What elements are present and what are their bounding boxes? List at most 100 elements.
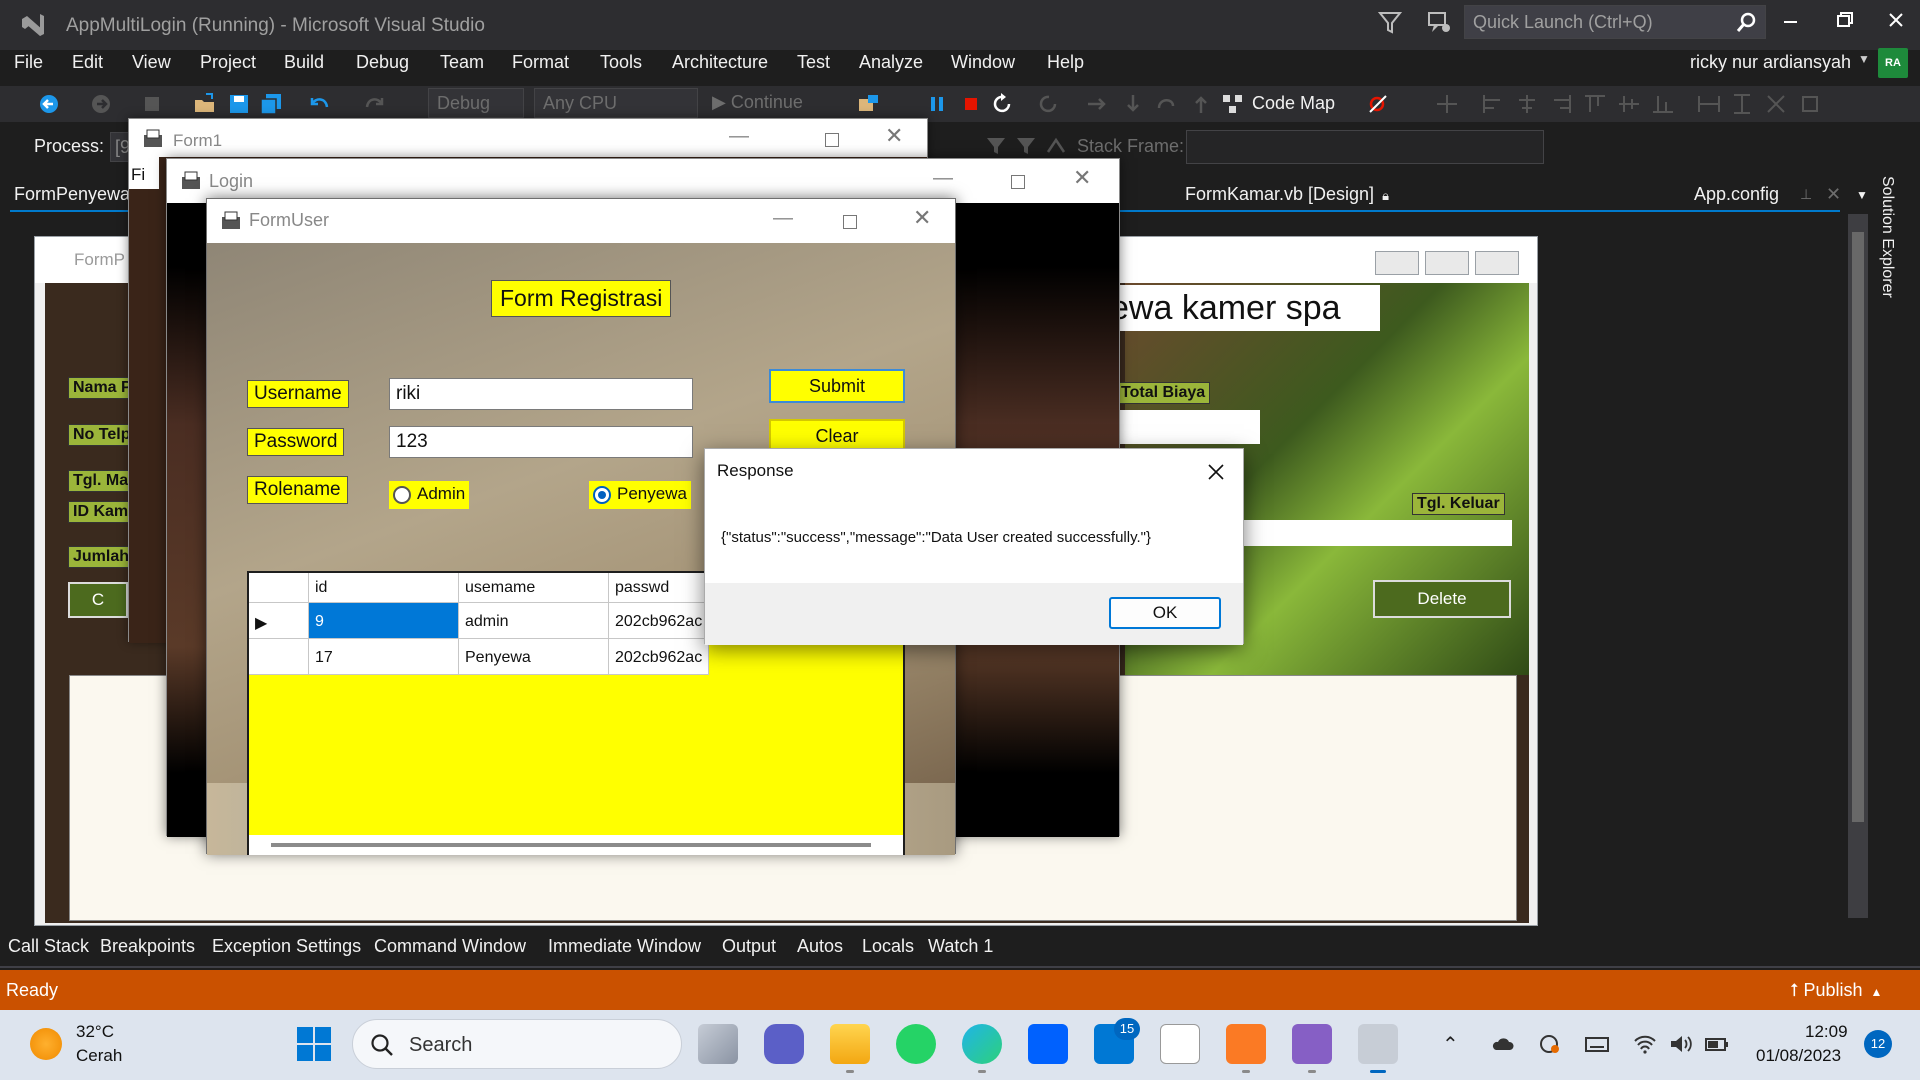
filter-threads-icon[interactable] — [1014, 134, 1038, 158]
username-input[interactable]: riki — [389, 378, 693, 410]
tab-formpenyewa[interactable]: FormPenyewa. — [14, 184, 135, 205]
menu-format[interactable]: Format — [512, 52, 569, 73]
scrollbar-thumb[interactable] — [1852, 232, 1864, 822]
chevron-up-icon[interactable]: ⌃ — [1442, 1032, 1468, 1056]
column-header-username[interactable]: usemame — [459, 573, 609, 603]
step-back-icon[interactable] — [1188, 92, 1214, 116]
open-file-icon[interactable] — [192, 92, 218, 116]
close-icon[interactable]: ✕ — [913, 205, 931, 231]
whatsapp-icon[interactable] — [896, 1024, 936, 1064]
chevron-down-icon[interactable]: ▼ — [1858, 52, 1870, 66]
role-penyewa-radio[interactable]: Penyewa — [589, 481, 691, 509]
step-over-icon[interactable] — [1120, 92, 1146, 116]
role-admin-radio[interactable]: Admin — [389, 481, 470, 509]
step-out-icon[interactable] — [1154, 92, 1180, 116]
keyboard-icon[interactable] — [1584, 1032, 1610, 1056]
feedback-icon[interactable] — [1426, 10, 1452, 36]
menu-help[interactable]: Help — [1047, 52, 1084, 73]
continue-button[interactable]: ▶ Continue — [712, 92, 803, 113]
weather-sun-icon[interactable] — [30, 1028, 62, 1060]
solution-configuration-select[interactable]: Debug — [428, 88, 524, 118]
close-icon[interactable] — [1870, 0, 1920, 44]
menu-architecture[interactable]: Architecture — [672, 52, 768, 73]
exception-breakpoint-icon[interactable] — [1366, 92, 1392, 116]
step-into-icon[interactable] — [1084, 92, 1110, 116]
notification-count-badge[interactable]: 12 — [1864, 1030, 1892, 1058]
tab-breakpoints[interactable]: Breakpoints — [100, 936, 195, 957]
pause-icon[interactable] — [924, 92, 950, 116]
amazon-icon[interactable] — [1160, 1024, 1200, 1064]
tab-locals[interactable]: Locals — [862, 936, 914, 957]
align-middles-icon[interactable] — [1616, 92, 1642, 116]
edge-browser-icon[interactable] — [962, 1024, 1002, 1064]
tab-output[interactable]: Output — [722, 936, 776, 957]
column-header-passwd[interactable]: passwd — [609, 573, 709, 603]
attach-process-icon[interactable] — [856, 92, 882, 116]
weather-temperature[interactable]: 32°C — [76, 1022, 114, 1042]
quick-launch-input[interactable]: Quick Launch (Ctrl+Q) — [1464, 5, 1766, 39]
ok-button[interactable]: OK — [1109, 597, 1221, 629]
column-header-id[interactable]: id — [309, 573, 459, 603]
filter-icon[interactable] — [984, 134, 1008, 158]
weather-description[interactable]: Cerah — [76, 1046, 122, 1066]
show-next-statement-icon[interactable] — [1036, 92, 1062, 116]
close-icon[interactable] — [1201, 457, 1231, 487]
close-icon[interactable]: ✕ — [1073, 165, 1091, 191]
avatar[interactable]: RA — [1878, 48, 1908, 78]
tab-autos[interactable]: Autos — [797, 936, 843, 957]
tab-list-dropdown-icon[interactable]: ▼ — [1856, 188, 1868, 202]
minimize-icon[interactable]: — — [933, 167, 953, 190]
menu-view[interactable]: View — [132, 52, 171, 73]
undo-icon[interactable] — [306, 92, 332, 116]
notification-filter-icon[interactable] — [1378, 10, 1402, 36]
form1-menu-stub[interactable]: Fi — [129, 157, 159, 189]
code-map-icon[interactable] — [1220, 92, 1246, 116]
new-project-icon[interactable] — [140, 92, 166, 116]
menu-team[interactable]: Team — [440, 52, 484, 73]
menu-build[interactable]: Build — [284, 52, 324, 73]
tab-watch-1[interactable]: Watch 1 — [928, 936, 993, 957]
code-map-button[interactable]: Code Map — [1252, 93, 1335, 114]
running-app-icon[interactable] — [1358, 1024, 1398, 1064]
menu-file[interactable]: File — [14, 52, 43, 73]
table-cell[interactable]: 17 — [309, 639, 459, 675]
align-rights-icon[interactable] — [1548, 92, 1574, 116]
save-all-icon[interactable] — [258, 92, 284, 116]
make-same-height-icon[interactable] — [1730, 92, 1756, 116]
task-view-icon[interactable] — [698, 1024, 738, 1064]
tab-command-window[interactable]: Command Window — [374, 936, 526, 957]
menu-test[interactable]: Test — [797, 52, 830, 73]
designer-totalbiaya-input[interactable] — [1120, 410, 1260, 444]
minimize-icon[interactable] — [1764, 0, 1818, 44]
scrollbar-thumb[interactable] — [271, 843, 871, 847]
navigate-back-icon[interactable] — [36, 92, 62, 116]
minimize-icon[interactable]: — — [773, 207, 793, 230]
redo-icon[interactable] — [362, 92, 388, 116]
sync-icon[interactable] — [1536, 1032, 1562, 1056]
pin-tab-icon[interactable]: ⊥ — [1800, 186, 1812, 203]
restore-icon[interactable] — [1818, 0, 1872, 44]
battery-icon[interactable] — [1704, 1032, 1730, 1056]
maximize-icon[interactable] — [817, 125, 847, 155]
menu-debug[interactable]: Debug — [356, 52, 409, 73]
align-centers-icon[interactable] — [1514, 92, 1540, 116]
lock-controls-icon[interactable] — [1798, 92, 1824, 116]
stack-frame-select[interactable] — [1186, 130, 1544, 164]
designer-tglkeluar-input[interactable] — [1240, 520, 1512, 546]
publish-button[interactable]: ⭡ Publish ▲ — [1790, 980, 1882, 1001]
onedrive-cloud-icon[interactable] — [1490, 1032, 1516, 1056]
teams-chat-icon[interactable] — [764, 1024, 804, 1064]
align-tops-icon[interactable] — [1582, 92, 1608, 116]
submit-button[interactable]: Submit — [769, 369, 905, 403]
taskbar-search-box[interactable]: Search — [352, 1019, 682, 1069]
search-icon[interactable] — [1735, 10, 1759, 34]
clock-date[interactable]: 01/08/2023 — [1756, 1046, 1841, 1066]
row-header-current-icon[interactable]: ▶ — [249, 603, 309, 639]
solution-explorer-tab[interactable]: Solution Explorer — [1878, 176, 1896, 298]
clock-time[interactable]: 12:09 — [1805, 1022, 1848, 1042]
close-tab-icon[interactable]: ✕ — [1826, 184, 1841, 205]
stop-icon[interactable] — [958, 92, 984, 116]
menu-analyze[interactable]: Analyze — [859, 52, 923, 73]
align-bottoms-icon[interactable] — [1650, 92, 1676, 116]
table-cell[interactable]: 202cb962ac — [609, 639, 709, 675]
